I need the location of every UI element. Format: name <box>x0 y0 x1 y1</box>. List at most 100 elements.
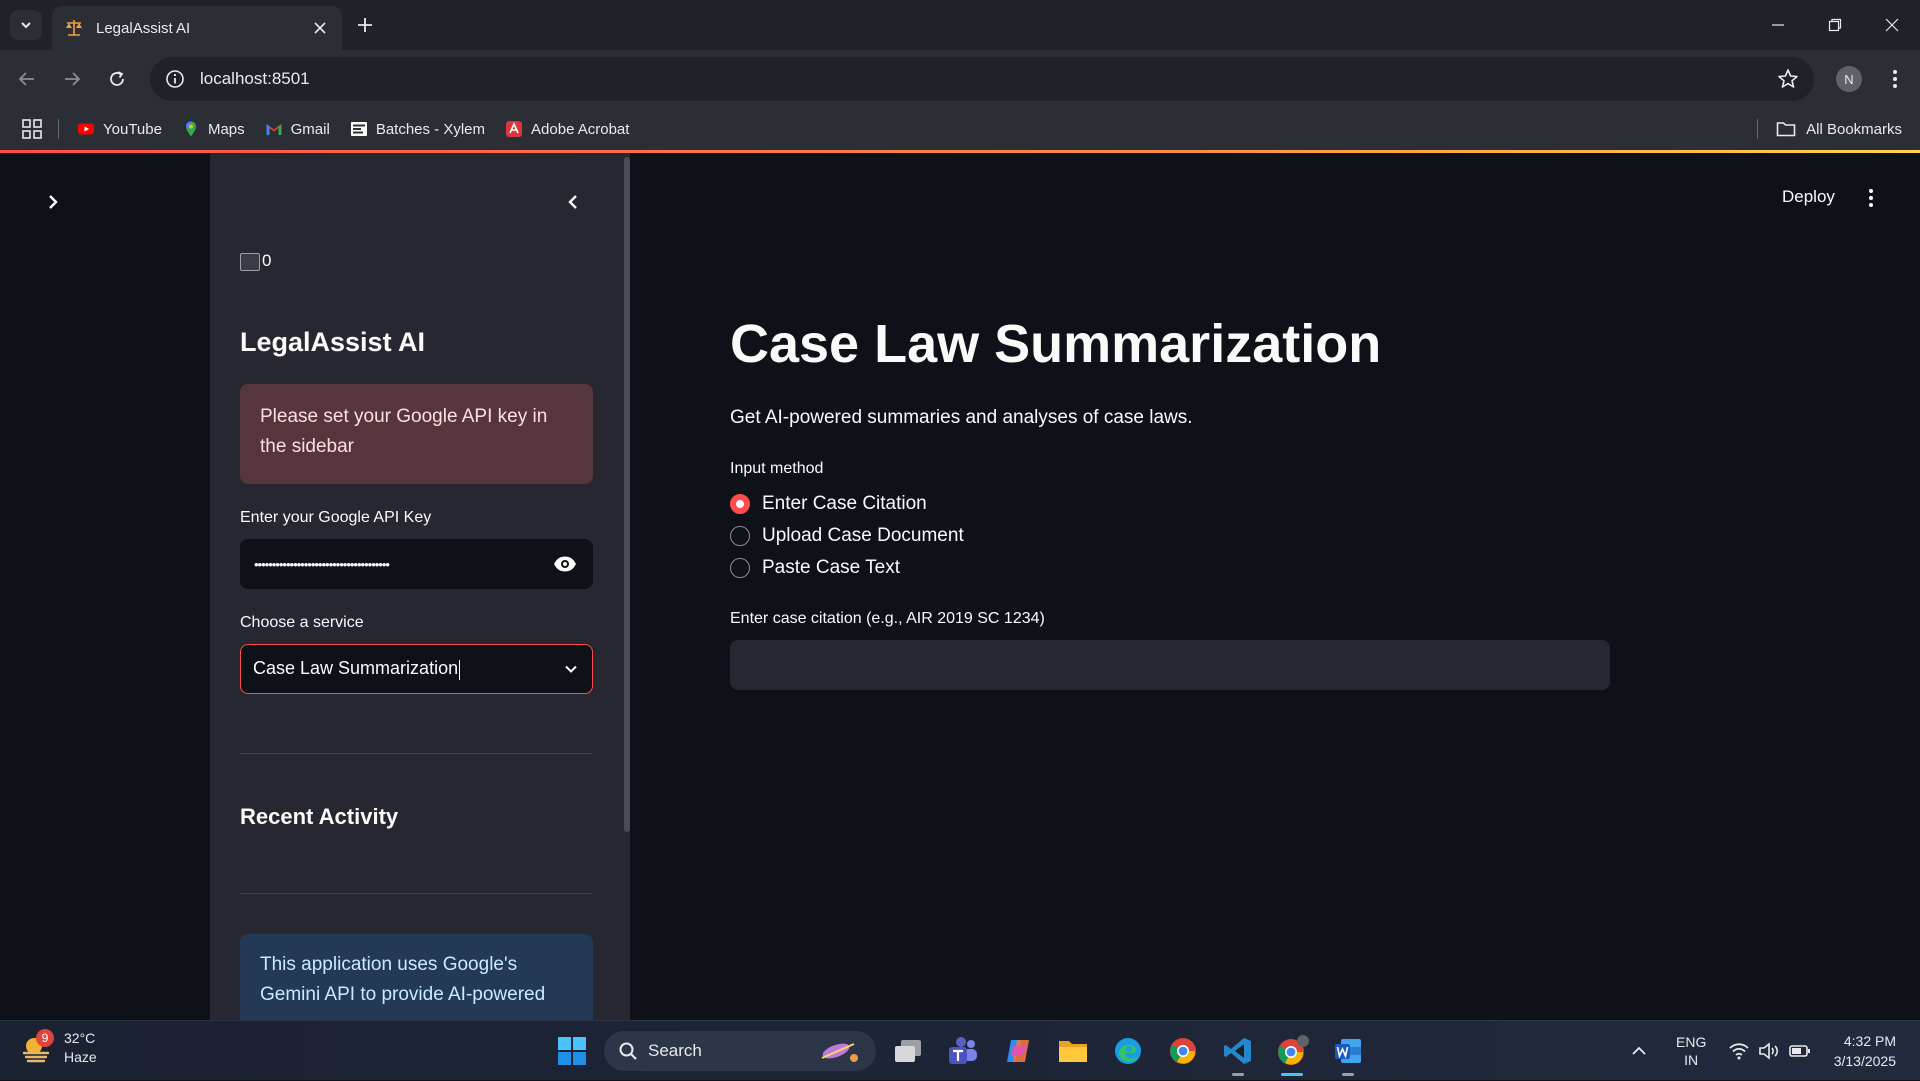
bookmark-adobe-acrobat[interactable]: Adobe Acrobat <box>505 120 629 138</box>
teams-icon <box>949 1037 977 1064</box>
back-button[interactable] <box>12 64 42 94</box>
chevron-down-icon <box>21 22 31 29</box>
bookmark-gmail[interactable]: Gmail <box>265 120 330 138</box>
copilot-icon <box>1007 1040 1029 1062</box>
deploy-button[interactable]: Deploy <box>1770 183 1847 211</box>
edge-app[interactable] <box>1110 1033 1146 1069</box>
weather-desc: Haze <box>64 1049 97 1065</box>
url-text[interactable]: localhost:8501 <box>200 69 1776 89</box>
radio-label: Paste Case Text <box>762 557 901 578</box>
info-icon[interactable] <box>164 68 186 90</box>
language-indicator[interactable]: ENG IN <box>1676 1033 1706 1069</box>
chevron-down-icon[interactable] <box>562 660 580 678</box>
file-explorer-app[interactable] <box>1055 1033 1091 1069</box>
word-app[interactable] <box>1330 1033 1366 1069</box>
chevron-up-icon[interactable] <box>1630 1042 1648 1060</box>
lang-line1: ENG <box>1676 1034 1707 1050</box>
app-page: 0 LegalAssist AI Please set your Google … <box>0 153 1920 1020</box>
bookmark-maps[interactable]: Maps <box>182 120 245 138</box>
bookmark-batches-xylem[interactable]: Batches - Xylem <box>350 120 485 138</box>
api-key-field[interactable]: •••••••••••••••••••••••••••••••••••••• <box>240 539 593 589</box>
citation-input[interactable] <box>730 640 1610 690</box>
clock[interactable]: 4:32 PM 3/13/2025 <box>1834 1031 1896 1071</box>
input-method-label: Input method <box>730 460 824 477</box>
chevron-right-icon[interactable] <box>40 189 66 215</box>
running-indicator <box>1232 1073 1244 1076</box>
citation-label: Enter case citation (e.g., AIR 2019 SC 1… <box>730 610 1045 627</box>
tab-close-button[interactable] <box>310 18 330 38</box>
chrome-profile-app[interactable] <box>1275 1033 1311 1069</box>
arrow-right-icon <box>65 72 81 86</box>
new-tab-button[interactable] <box>352 12 378 38</box>
reload-button[interactable] <box>102 64 132 94</box>
clock-date: 3/13/2025 <box>1833 1053 1896 1069</box>
service-select-value: Case Law Summarization <box>253 658 459 679</box>
youtube-icon <box>78 123 94 135</box>
volume-icon[interactable] <box>1758 1042 1780 1060</box>
radio-unselected-icon[interactable] <box>730 558 750 578</box>
sidebar-divider <box>240 753 593 754</box>
sidebar-scrollbar[interactable] <box>624 157 630 832</box>
minimize-icon <box>1771 24 1784 26</box>
task-view-icon <box>895 1040 921 1062</box>
chevron-left-icon[interactable] <box>560 189 586 215</box>
page-subtitle: Get AI-powered summaries and analyses of… <box>730 407 1193 428</box>
radio-selected-icon[interactable] <box>730 494 750 514</box>
taskbar: 9 32°C Haze Search ENG IN 4:32 PM 3/13/2… <box>0 1020 1920 1080</box>
radio-option-upload-case-document[interactable]: Upload Case Document <box>730 525 964 547</box>
forward-button[interactable] <box>57 64 87 94</box>
bookmarks-separator <box>1757 119 1759 139</box>
radio-option-paste-case-text[interactable]: Paste Case Text <box>730 557 900 579</box>
bookmark-label: Batches - Xylem <box>375 120 486 138</box>
text-caret <box>459 659 461 680</box>
plus-icon <box>358 18 372 32</box>
chrome-icon <box>1170 1038 1196 1064</box>
copilot-app[interactable] <box>1000 1033 1036 1069</box>
profile-avatar[interactable]: N <box>1836 66 1862 92</box>
service-select[interactable]: Case Law Summarization <box>240 644 593 694</box>
main-menu-button[interactable] <box>1858 185 1884 211</box>
folder-icon <box>1776 122 1796 137</box>
active-tab[interactable]: LegalAssist AI <box>52 6 342 50</box>
radio-option-enter-case-citation[interactable]: Enter Case Citation <box>730 493 927 515</box>
bookmark-youtube[interactable]: YouTube <box>77 120 162 138</box>
address-bar[interactable]: localhost:8501 <box>150 57 1814 101</box>
show-password-button[interactable] <box>551 550 579 578</box>
radio-label: Enter Case Citation <box>762 493 927 514</box>
chrome-profile-icon <box>1278 1035 1309 1065</box>
chrome-app[interactable] <box>1165 1033 1201 1069</box>
search-highlight-icon <box>821 1043 858 1062</box>
bookmarks-separator <box>58 119 59 139</box>
taskbar-search[interactable]: Search <box>604 1031 876 1071</box>
task-view-app[interactable] <box>890 1033 926 1069</box>
restore-button[interactable] <box>1806 0 1863 50</box>
page-title: Case Law Summarization <box>730 314 1382 374</box>
tab-search-button[interactable] <box>10 10 42 40</box>
file-explorer-icon <box>1059 1041 1087 1062</box>
all-bookmarks-button[interactable]: All Bookmarks <box>1757 108 1902 150</box>
bookmark-label: Adobe Acrobat <box>531 120 630 138</box>
clock-time: 4:32 PM <box>1843 1033 1896 1049</box>
search-icon <box>619 1042 637 1060</box>
haze-weather-icon: 9 <box>20 1029 54 1065</box>
acrobat-icon <box>506 121 523 137</box>
teams-app[interactable] <box>945 1033 981 1069</box>
radio-unselected-icon[interactable] <box>730 526 750 546</box>
bookmark-star-icon[interactable] <box>1776 67 1800 91</box>
vscode-app[interactable] <box>1220 1033 1256 1069</box>
active-app-indicator <box>1281 1073 1303 1076</box>
api-key-value[interactable]: •••••••••••••••••••••••••••••••••••••• <box>254 557 551 572</box>
close-window-button[interactable] <box>1863 0 1920 50</box>
eye-icon <box>554 556 576 572</box>
weather-alert-badge: 9 <box>36 1029 54 1047</box>
weather-temp: 32°C <box>64 1030 96 1046</box>
battery-icon[interactable] <box>1788 1042 1812 1060</box>
system-tray: ENG IN <box>1630 1021 1812 1081</box>
weather-widget[interactable]: 9 32°C Haze <box>20 1029 97 1067</box>
radio-label: Upload Case Document <box>762 525 964 546</box>
minimize-button[interactable] <box>1749 0 1806 50</box>
windows-start-icon[interactable] <box>556 1035 588 1067</box>
wifi-icon[interactable] <box>1728 1042 1750 1060</box>
apps-grid-icon[interactable] <box>20 117 44 141</box>
browser-menu-button[interactable] <box>1880 64 1910 94</box>
